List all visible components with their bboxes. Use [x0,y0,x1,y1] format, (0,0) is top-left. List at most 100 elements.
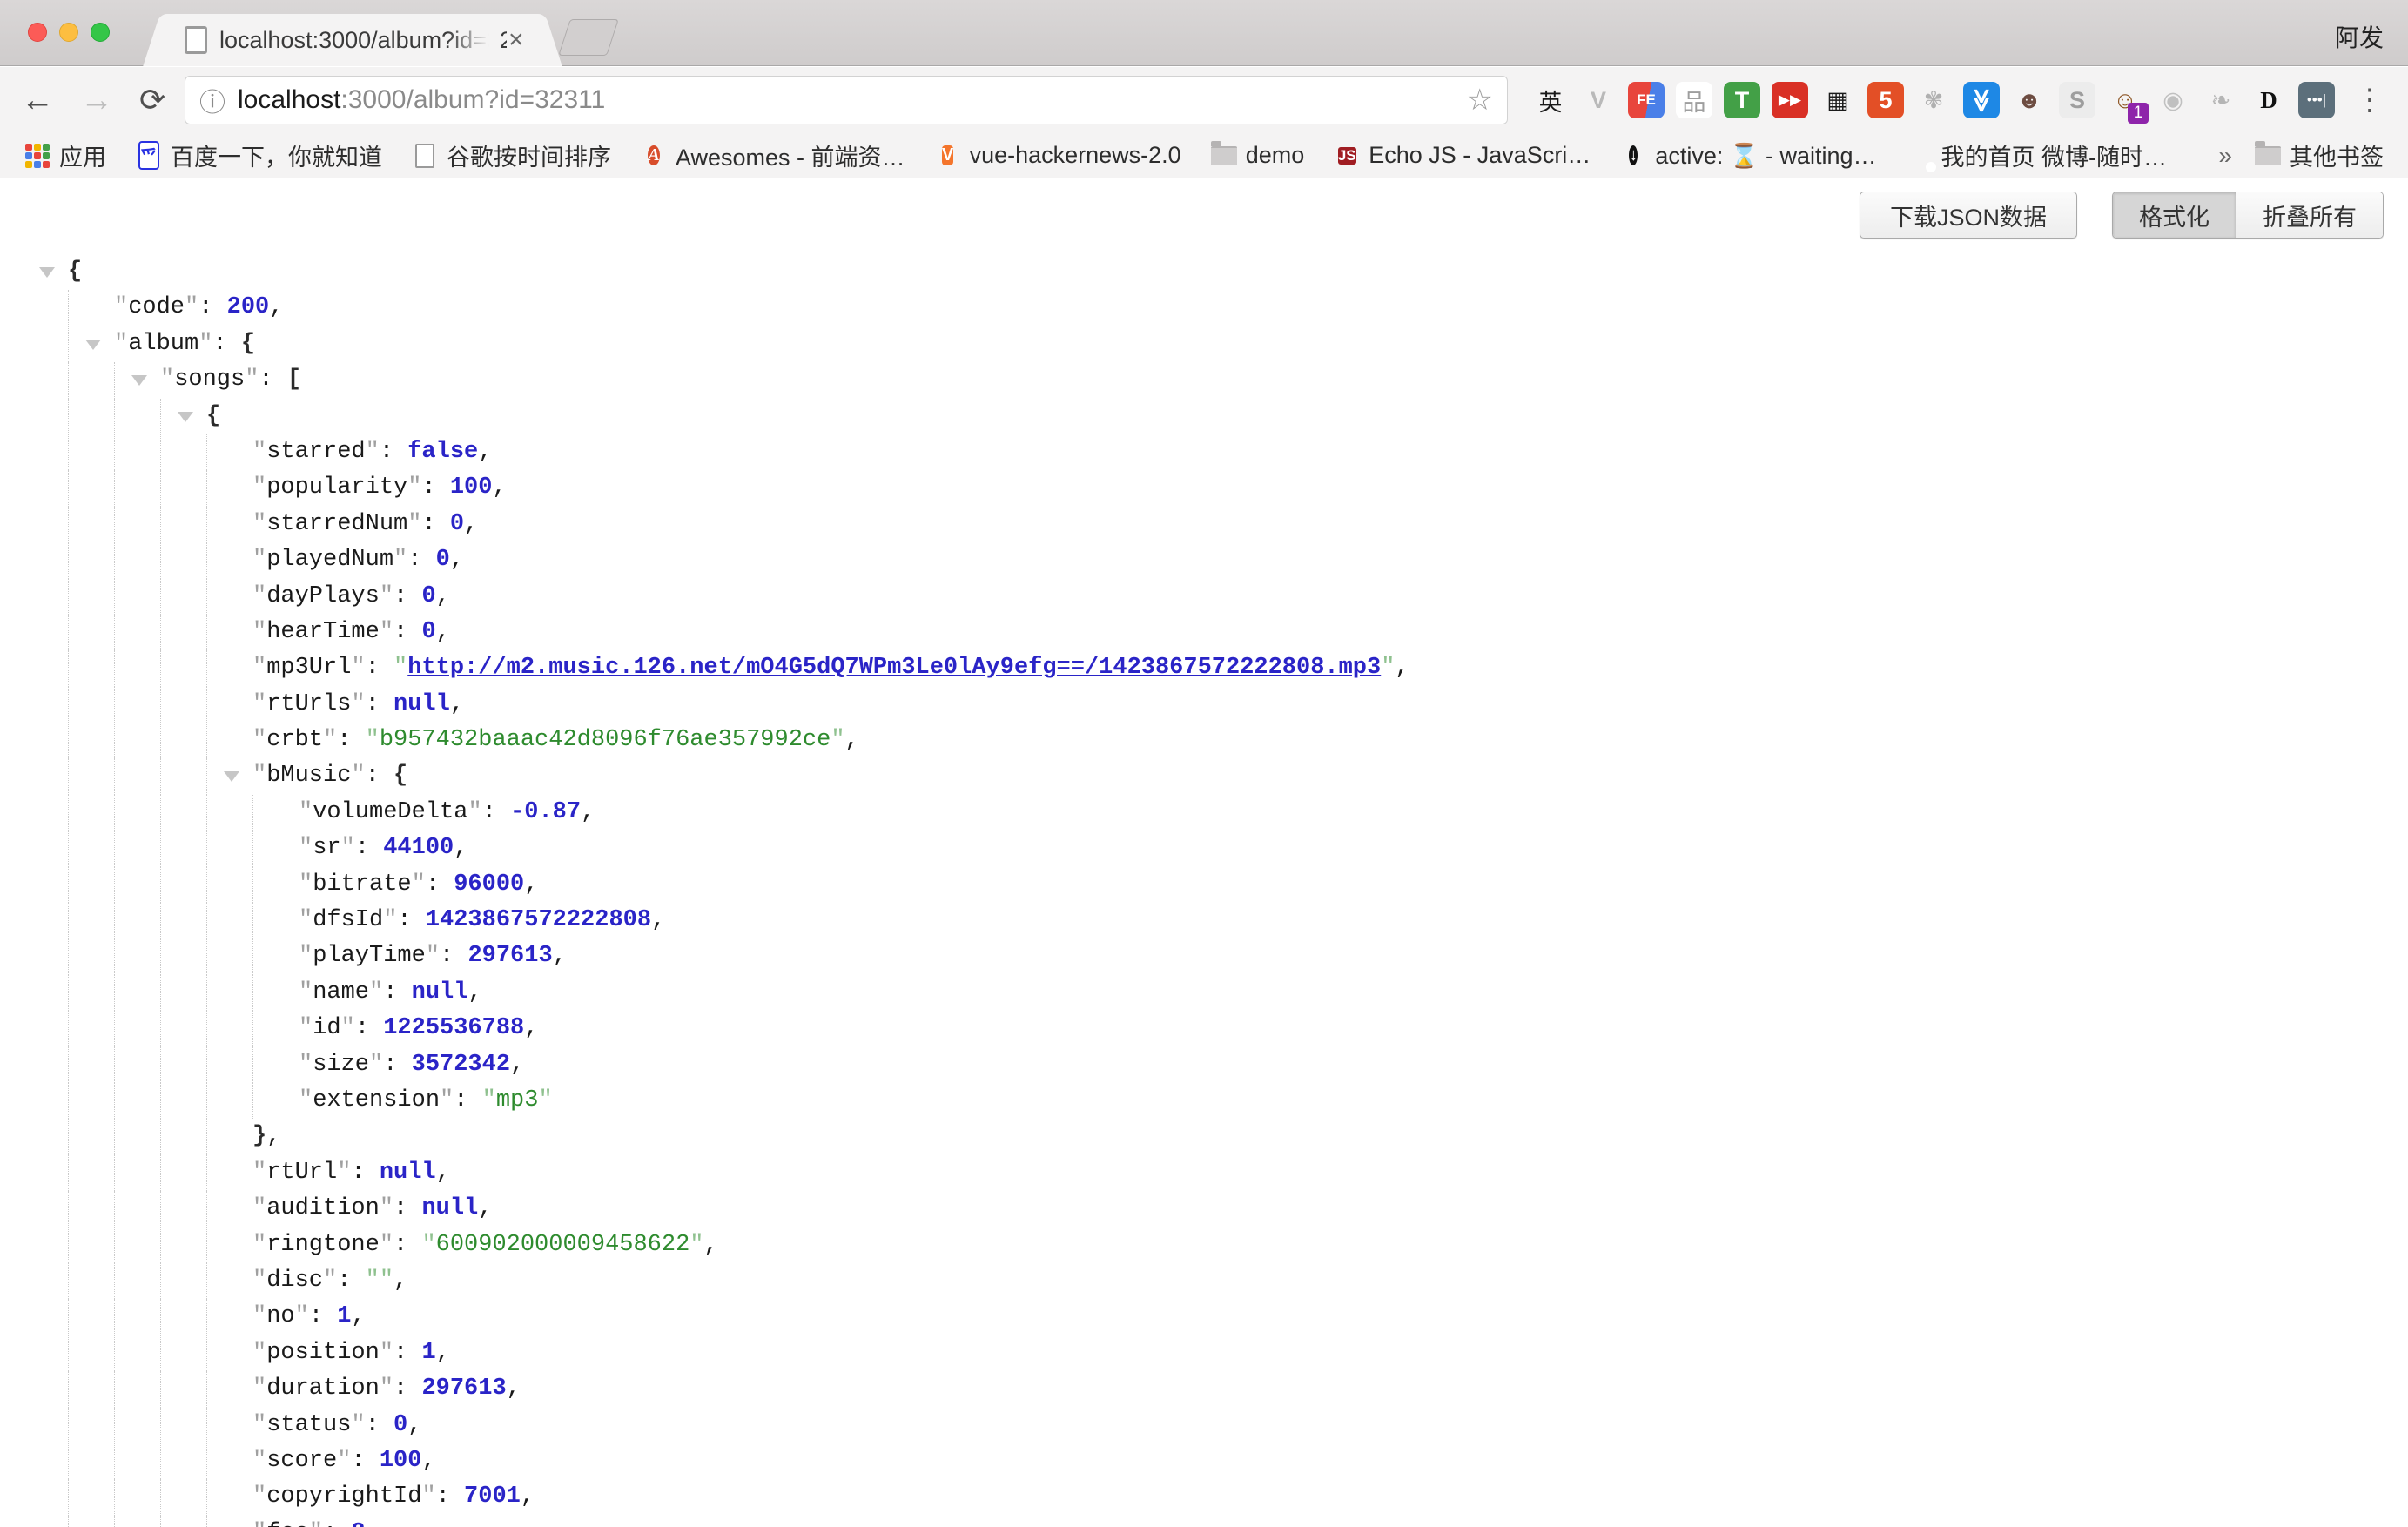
indent-guide [206,1335,207,1371]
indent-guide [206,1299,207,1335]
indent-guide [68,615,69,650]
indent-guide [206,723,207,758]
indent-guide [160,650,161,686]
chevrons-down-icon[interactable]: ≫ [1963,82,2000,118]
other-bookmarks-folder[interactable]: 其他书签 [2255,138,2384,172]
indent-guide [68,758,69,794]
tab-close-icon[interactable]: × [508,27,524,53]
json-line: "dfsId": 1423867572222808, [0,903,2408,938]
indent-guide [68,1191,69,1227]
qrcode-icon[interactable]: ▦ [1819,82,1856,118]
json-line: "no": 1, [0,1299,2408,1335]
bookmark-label: 我的首页 微博-随时… [1941,138,2168,172]
indent-guide [160,1011,161,1046]
indent-guide [206,758,207,794]
folder-icon [2255,146,2281,165]
collapse-arrow-icon[interactable] [131,375,147,386]
indent-guide [114,1335,115,1371]
page-info-icon[interactable]: ⓘ [199,81,225,119]
zoom-window-button[interactable] [91,23,110,42]
bookmark-item[interactable]: 谷歌按时间排序 [412,138,611,172]
tampermonkey-icon[interactable]: T [1724,82,1760,118]
folder-icon [1211,146,1237,165]
download-json-button[interactable]: 下载JSON数据 [1860,192,2077,239]
paw-icon[interactable]: ✾ [1915,82,1952,118]
bookmark-item[interactable]: ↓active: ⌛ - waiting… [1620,142,1876,170]
reload-button[interactable]: ⟳ [139,77,165,123]
indent-guide [68,795,69,831]
collapse-arrow-icon[interactable] [224,771,239,782]
profile-name[interactable]: 阿发 [2335,19,2384,54]
mask-icon[interactable]: ☻ [2011,82,2048,118]
close-window-button[interactable] [28,23,47,42]
indent-guide [252,1011,253,1046]
indent-guide [206,1263,207,1299]
browser-menu-icon[interactable]: ⋮ [2355,83,2384,118]
indent-guide [206,507,207,542]
indent-guide [114,650,115,686]
json-line: "copyrightId": 7001, [0,1479,2408,1515]
minimize-window-button[interactable] [59,23,78,42]
bookmark-item[interactable]: AAwesomes - 前端资… [641,138,905,172]
password-icon[interactable]: •••| [2298,82,2335,118]
new-tab-button[interactable] [558,19,619,56]
bookmark-item[interactable]: Vvue-hackernews-2.0 [935,142,1181,169]
monkey-icon[interactable]: ☺1 [2107,82,2143,118]
indent-guide [160,758,161,794]
json-line: "position": 1, [0,1335,2408,1371]
bookmark-item[interactable]: demo [1211,142,1305,169]
back-button[interactable]: ← [21,77,54,123]
indent-guide [114,1155,115,1191]
indent-guide [68,1299,69,1335]
bookmark-item[interactable]: 我的首页 微博-随时… [1907,138,2168,172]
bookmark-item[interactable]: JSEcho JS - JavaScri… [1334,142,1591,169]
indent-guide [206,1011,207,1046]
toolbar: ← → ⟳ ⓘ localhost :3000/album?id=32311 ☆… [0,67,2408,133]
translate-icon[interactable]: 英 [1532,82,1569,118]
json-line: "fee": 8 [0,1516,2408,1527]
page-icon [415,144,434,168]
format-button[interactable]: 格式化 [2113,192,2236,238]
view-mode-segmented-control: 格式化 折叠所有 [2112,192,2384,239]
json-line: "score": 100, [0,1443,2408,1479]
indent-guide [206,795,207,831]
indent-guide [114,1371,115,1407]
bookmark-star-icon[interactable]: ☆ [1467,83,1493,118]
bookmark-item[interactable]: 爫百度一下，你就知道 [136,138,382,172]
json-line: "duration": 297613, [0,1371,2408,1407]
fe-icon[interactable]: FE [1628,82,1665,118]
sitemap-icon[interactable]: 品 [1676,82,1712,118]
indent-guide [206,1119,207,1154]
json-line: "bMusic": { [0,758,2408,794]
collapse-arrow-icon[interactable] [178,412,193,422]
indent-guide [68,1011,69,1046]
bookmark-item[interactable]: 应用 [24,138,106,172]
collapse-arrow-icon[interactable] [39,267,55,278]
indent-guide [68,1516,69,1527]
indent-guide [114,758,115,794]
json-line: "extension": "mp3" [0,1083,2408,1119]
s-icon[interactable]: S [2059,82,2095,118]
indent-guide [160,399,161,434]
vue-icon[interactable]: V [1580,82,1617,118]
html5-player-icon[interactable]: 5 [1867,82,1904,118]
bird-icon[interactable]: ❧ [2203,82,2239,118]
weibo-ext-icon[interactable]: ◉ [2155,82,2191,118]
indent-guide [68,903,69,938]
collapse-all-button[interactable]: 折叠所有 [2236,192,2383,238]
active-icon: ↓ [1629,145,1638,165]
browser-tab[interactable]: localhost:3000/album?id=323 × [165,14,540,66]
fastforward-icon[interactable]: ▶▶ [1772,82,1808,118]
indent-guide [68,650,69,686]
indent-guide [114,1299,115,1335]
indent-guide [68,434,69,470]
mp3-url-link[interactable]: http://m2.music.126.net/mO4G5dQ7WPm3Le0l… [407,655,1381,681]
indent-guide [206,1191,207,1227]
address-bar[interactable]: ⓘ localhost :3000/album?id=32311 ☆ [185,76,1508,124]
d-icon[interactable]: D [2250,82,2287,118]
collapse-arrow-icon[interactable] [85,340,101,350]
json-line: "bitrate": 96000, [0,867,2408,903]
bookmarks-overflow-chevron[interactable]: » [2218,142,2232,170]
indent-guide [160,1047,161,1083]
indent-guide [114,723,115,758]
